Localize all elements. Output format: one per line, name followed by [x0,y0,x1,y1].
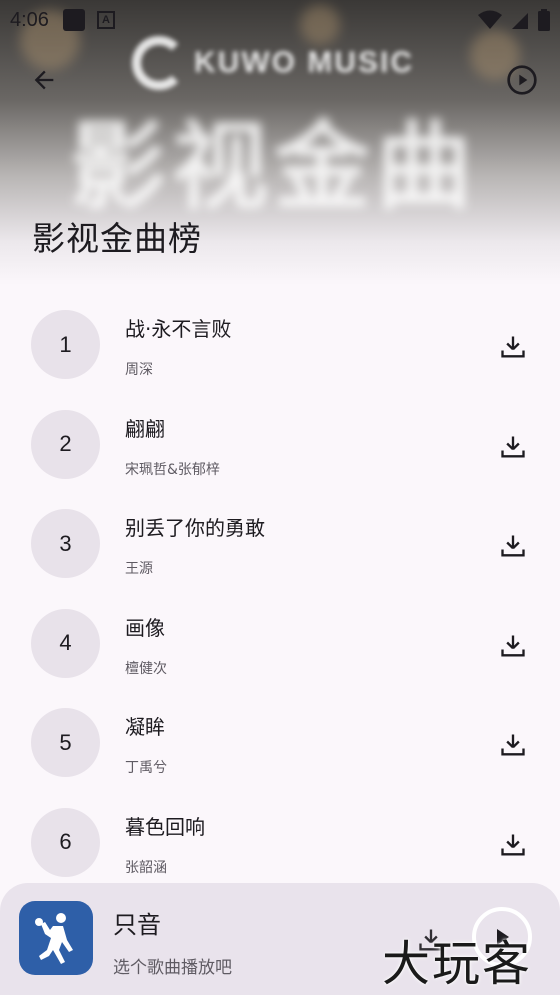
player-title: 只音 [113,911,161,939]
kuwo-logo-mark-icon [132,36,186,90]
play-circle-icon [507,65,537,95]
banner-big-text: 影视金曲 [70,111,478,223]
download-button[interactable] [496,529,530,563]
song-row[interactable]: 6 暮色回响 张韶涵 [0,795,560,895]
song-title: 画像 [125,615,165,640]
song-row[interactable]: 1 战·永不言败 周深 [0,297,560,397]
a-badge-icon: A [96,11,115,29]
song-artist: 周深 [125,362,153,378]
signal-icon [512,13,528,29]
page-title: 影视金曲榜 [32,219,202,258]
song-artist: 丁禹兮 [125,760,167,776]
rank-badge: 1 [31,310,100,379]
rank-badge: 2 [31,409,100,479]
download-button[interactable] [496,728,530,762]
status-time: 4:06 [10,8,49,31]
download-button[interactable] [496,430,530,464]
rank-badge: 3 [31,509,100,578]
song-list: 1 战·永不言败 周深 2 翩翩 宋珮哲&张郁梓 3 别丢了你的勇敢 王源 4 … [0,297,560,894]
banner-logo-text: KUWO MUSIC [194,46,414,79]
basketball-player-icon [35,913,73,964]
arrow-left-icon [34,70,54,90]
song-title: 凝眸 [125,715,165,739]
battery-icon [538,9,550,31]
download-button[interactable] [496,330,530,364]
rank-badge: 6 [31,807,100,877]
watermark: 大玩客 [382,936,533,992]
song-title: 别丢了你的勇敢 [125,516,265,540]
download-icon [501,734,525,756]
notification-square-icon [62,9,85,31]
wifi-icon [478,10,502,29]
download-icon [501,834,525,855]
song-title: 暮色回响 [125,814,205,839]
status-bar: 4:06 A [0,0,560,40]
download-icon [501,635,525,656]
song-artist: 宋珮哲&张郁梓 [125,461,220,478]
download-button[interactable] [496,629,530,663]
song-artist: 王源 [125,561,153,577]
song-row[interactable]: 5 凝眸 丁禹兮 [0,695,560,795]
song-title: 战·永不言败 [125,317,232,341]
download-icon [501,535,525,557]
rank-badge: 4 [31,608,100,678]
song-artist: 檀健次 [125,660,167,677]
download-icon [501,436,525,457]
back-button[interactable] [24,60,64,100]
song-row[interactable]: 2 翩翩 宋珮哲&张郁梓 [0,397,560,497]
song-title: 翩翩 [125,416,165,441]
player-subtitle: 选个歌曲播放吧 [113,958,232,978]
song-artist: 张韶涵 [125,859,167,876]
play-all-button[interactable] [502,60,542,100]
download-button[interactable] [496,828,530,862]
song-row[interactable]: 3 别丢了你的勇敢 王源 [0,496,560,596]
song-row[interactable]: 4 画像 檀健次 [0,596,560,696]
rank-badge: 5 [31,708,100,777]
album-cover[interactable] [19,901,93,975]
download-icon [501,336,525,358]
